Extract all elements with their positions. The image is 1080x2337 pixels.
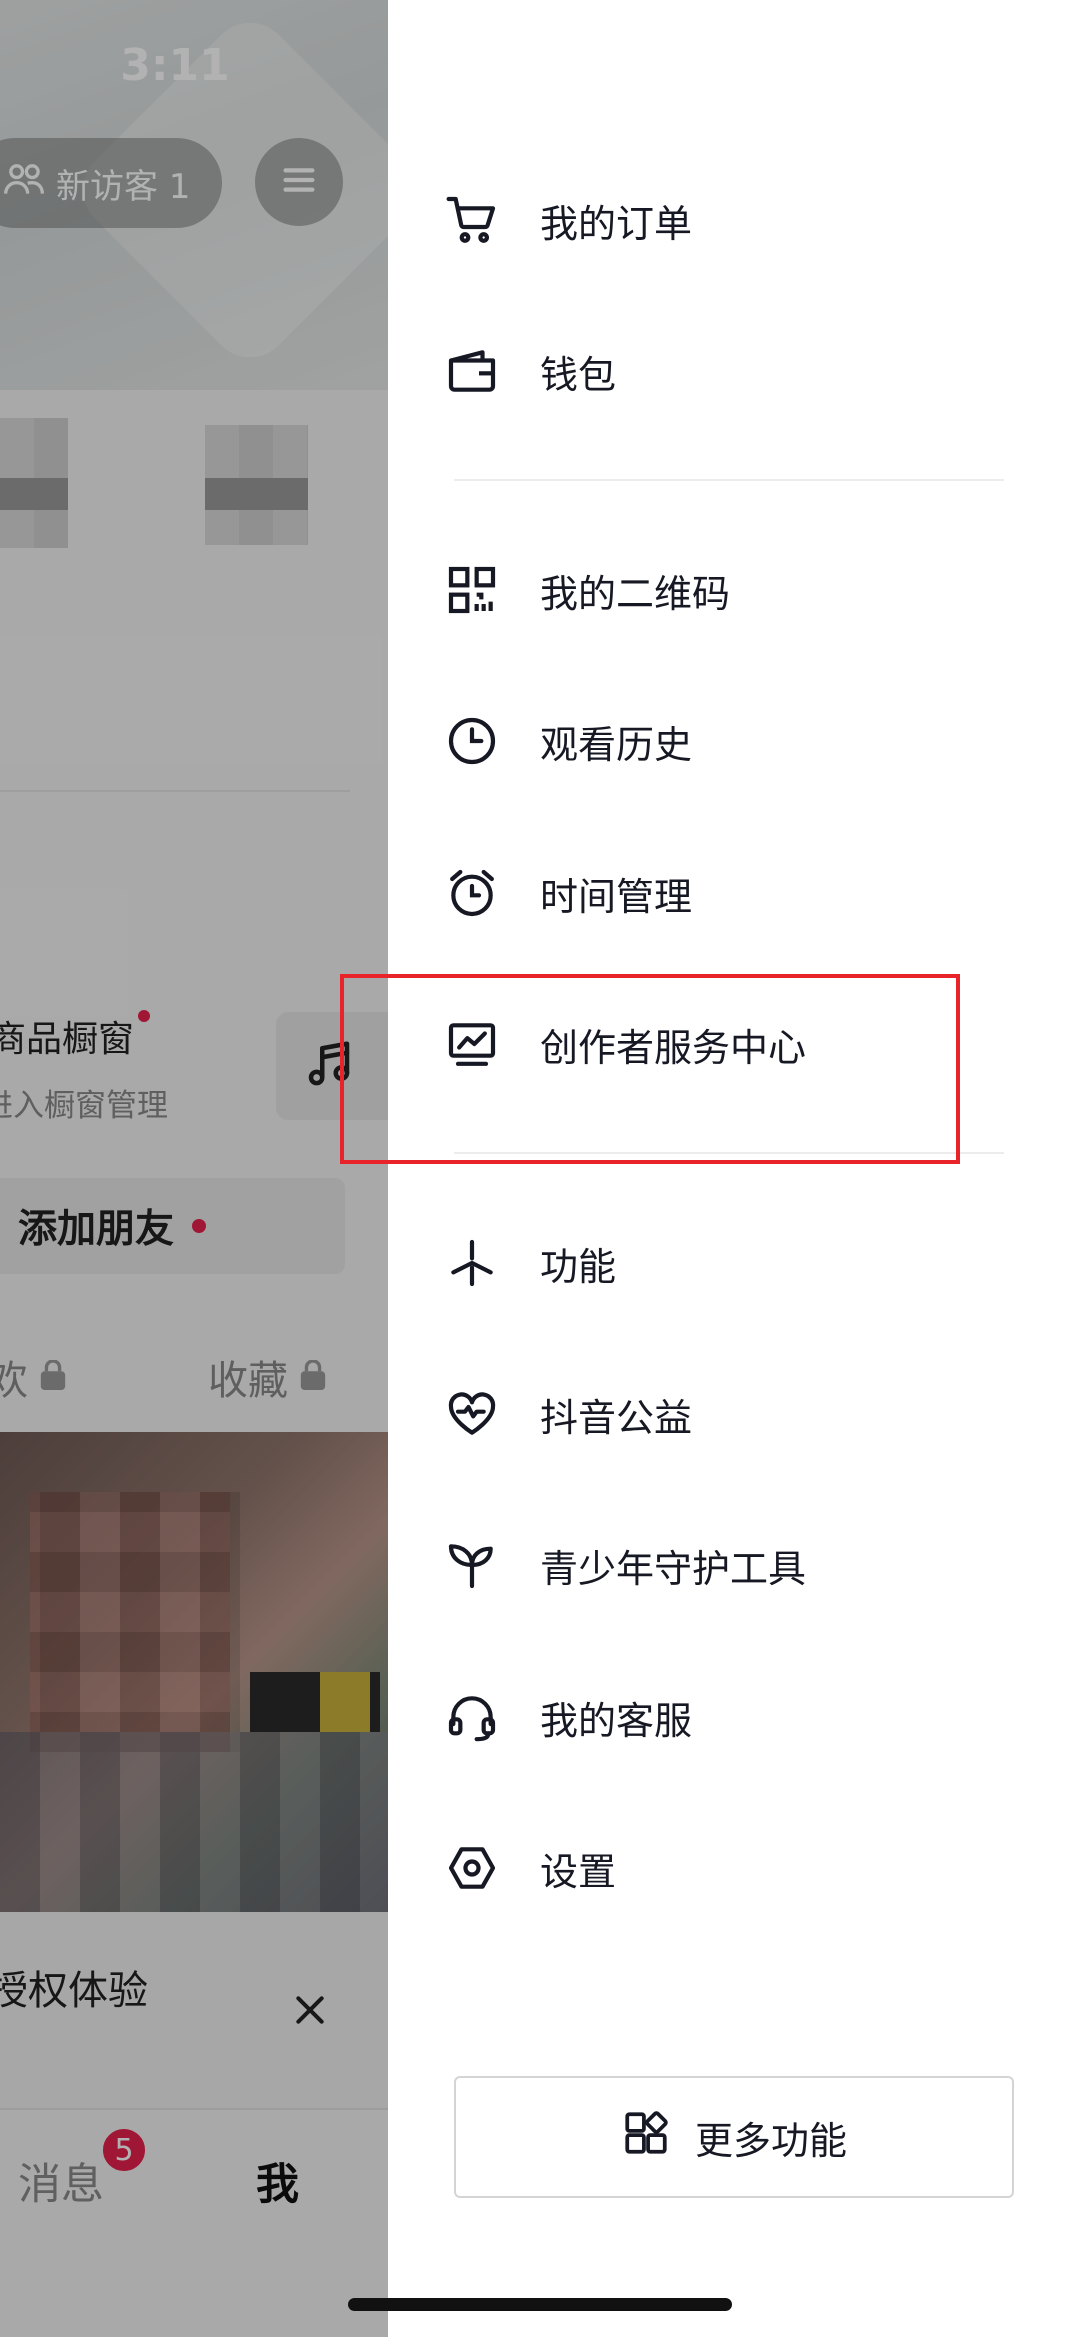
menu-item-label: 钱包 (540, 352, 617, 397)
add-friend-button[interactable]: 添加朋友 (0, 1178, 345, 1274)
menu-item-label: 我的二维码 (540, 571, 731, 616)
grid-apps-icon (621, 2108, 671, 2167)
red-dot-indicator (192, 1219, 207, 1233)
tab-favorites[interactable]: 收藏 (208, 1348, 326, 1406)
menu-divider (454, 479, 1004, 481)
menu-item-label: 我的客服 (540, 1698, 693, 1743)
alarm-icon (444, 865, 500, 921)
banner-text: 授权体验 (0, 1968, 148, 2014)
shop-window-title-text: 商品橱窗 (0, 1019, 135, 1060)
menu-item-wallet[interactable]: 钱包 (444, 321, 1004, 421)
tab-likes[interactable]: 欢 (0, 1348, 66, 1406)
hexagon-settings-icon (444, 1840, 500, 1896)
more-features-button[interactable]: 更多功能 (454, 2076, 1014, 2198)
sparkle-icon (444, 1235, 500, 1291)
hamburger-menu-button[interactable] (255, 138, 343, 226)
qrcode-icon (444, 562, 500, 618)
more-features-label: 更多功能 (694, 2118, 847, 2163)
menu-item-label: 时间管理 (540, 874, 693, 919)
profile-page-dimmed[interactable]: 3:11 新访客 1 商品橱窗 进入橱窗管理 添加朋友 欢 收藏 授权体验 消息… (0, 0, 388, 2337)
bottom-tab-bar (0, 2108, 388, 2337)
menu-item-watch-history[interactable]: 观看历史 (444, 691, 1004, 791)
menu-item-label: 抖音公益 (540, 1395, 693, 1440)
menu-item-label: 观看历史 (540, 722, 693, 767)
people-icon (2, 157, 46, 210)
profile-divider (0, 790, 350, 792)
messages-badge: 5 (100, 2126, 148, 2174)
headset-icon (444, 1689, 500, 1745)
tab-likes-label: 欢 (0, 1358, 28, 1404)
menu-item-features[interactable]: 功能 (444, 1213, 1004, 1313)
menu-item-orders[interactable]: 我的订单 (444, 170, 1004, 270)
new-visitor-label: 新访客 1 (56, 166, 191, 207)
menu-item-label: 功能 (540, 1244, 617, 1289)
pixelated-video-thumbnail[interactable] (0, 1432, 388, 1912)
menu-item-qrcode[interactable]: 我的二维码 (444, 540, 1004, 640)
side-drawer-menu: 我的订单 钱包 我的二维码 观看历史 时间管理 创作者服务中心 功能 抖音公益 … (388, 0, 1080, 2337)
close-icon[interactable] (290, 1990, 330, 2030)
clock-icon (444, 713, 500, 769)
lock-icon (40, 1354, 66, 1400)
lock-icon (300, 1354, 326, 1400)
red-dot-indicator (138, 1010, 151, 1022)
menu-item-label: 我的订单 (540, 201, 693, 246)
menu-item-label: 设置 (540, 1849, 617, 1894)
home-indicator[interactable] (348, 2298, 732, 2311)
add-friend-label: 添加朋友 (18, 1207, 175, 1252)
heart-charity-icon (444, 1386, 500, 1442)
tab-favorites-label: 收藏 (208, 1358, 288, 1404)
menu-item-settings[interactable]: 设置 (444, 1818, 1004, 1918)
menu-item-youth-protection[interactable]: 青少年守护工具 (444, 1515, 1004, 1615)
sprout-icon (444, 1537, 500, 1593)
tab-messages[interactable]: 消息 (18, 2150, 104, 2212)
tab-me[interactable]: 我 (256, 2150, 299, 2212)
menu-item-customer-service[interactable]: 我的客服 (444, 1667, 1004, 1767)
hamburger-icon (276, 157, 322, 207)
new-visitor-pill[interactable]: 新访客 1 (0, 138, 222, 228)
menu-item-label: 青少年守护工具 (540, 1546, 807, 1591)
wallet-icon (444, 343, 500, 399)
pixelated-stat-right-dark (205, 478, 308, 510)
status-time: 3:11 (120, 40, 230, 91)
menu-item-time-management[interactable]: 时间管理 (444, 843, 1004, 943)
pixelated-stat-left-dark (0, 478, 68, 510)
cart-icon (444, 192, 500, 248)
shop-window-subtitle: 进入橱窗管理 (0, 1088, 168, 1124)
highlight-annotation-box (340, 974, 960, 1164)
shop-window-title[interactable]: 商品橱窗 (0, 1010, 151, 1062)
menu-item-charity[interactable]: 抖音公益 (444, 1364, 1004, 1464)
